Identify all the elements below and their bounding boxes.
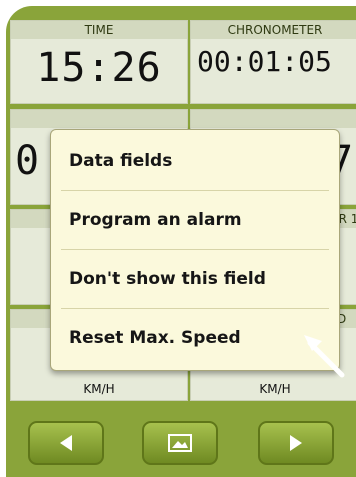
bottom-nav-bar <box>6 404 356 477</box>
chronometer-value: 00:01:05 <box>197 45 332 78</box>
menu-item-dont-show-field[interactable]: Don't show this field <box>51 250 339 308</box>
unit-left: KM/H <box>83 382 115 396</box>
pointer-arrow-icon <box>304 335 345 378</box>
map-view-icon <box>168 434 192 452</box>
time-label: TIME <box>11 21 187 39</box>
previous-button[interactable] <box>28 421 104 465</box>
device-screen: TIME 15:26 CHRONOMETER 00:01:05 0 7 ER 1… <box>6 6 356 477</box>
map-view-button[interactable] <box>142 421 218 465</box>
time-value: 15:26 <box>36 45 162 91</box>
time-field[interactable]: TIME 15:26 <box>10 20 188 104</box>
chronometer-label: CHRONOMETER <box>191 21 356 39</box>
chronometer-field[interactable]: CHRONOMETER 00:01:05 <box>190 20 356 104</box>
menu-item-reset-max-speed[interactable]: Reset Max. Speed <box>51 309 339 367</box>
left-arrow-icon <box>60 435 72 451</box>
context-menu: Data fields Program an alarm Don't show … <box>50 129 340 371</box>
menu-item-program-alarm[interactable]: Program an alarm <box>51 191 339 249</box>
field-row2-right-label <box>191 110 356 128</box>
unit-right: KM/H <box>259 382 291 396</box>
right-arrow-icon <box>290 435 302 451</box>
field-row2-left-label <box>11 110 187 128</box>
menu-item-data-fields[interactable]: Data fields <box>51 132 339 190</box>
next-button[interactable] <box>258 421 334 465</box>
